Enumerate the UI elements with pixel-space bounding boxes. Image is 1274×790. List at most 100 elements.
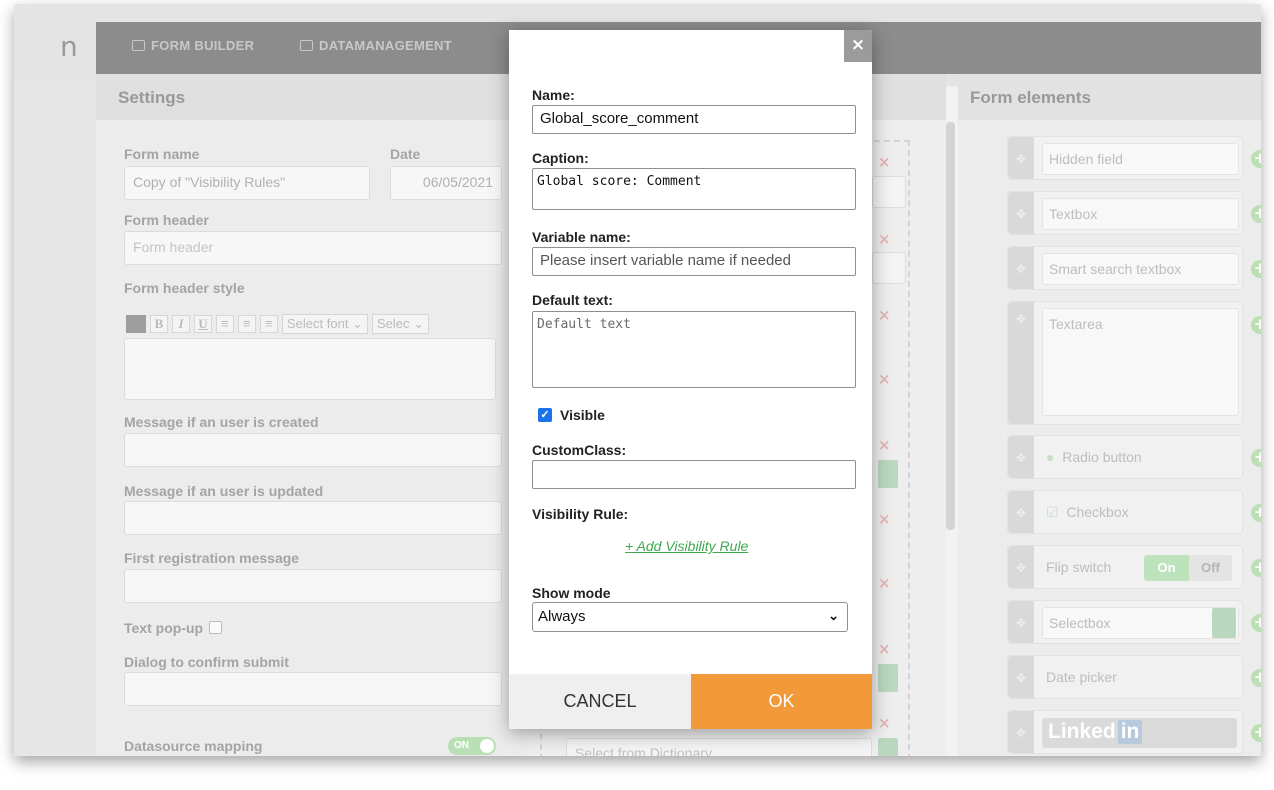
- bold-button[interactable]: B: [150, 315, 168, 333]
- form-name-input[interactable]: Copy of "Visibility Rules": [124, 166, 370, 200]
- drag-handle-icon[interactable]: ✥: [1008, 192, 1034, 234]
- default-text-textarea[interactable]: Default text: [532, 311, 856, 388]
- msg-updated-input[interactable]: [124, 501, 502, 535]
- msg-updated-label: Message if an user is updated: [124, 483, 324, 499]
- left-gutter: [14, 86, 96, 756]
- first-registration-input[interactable]: [124, 569, 502, 603]
- element-date-picker[interactable]: ✥ Date picker: [1007, 655, 1243, 699]
- size-select[interactable]: Selec ⌄: [371, 314, 429, 334]
- visible-row[interactable]: ✓ Visible: [538, 407, 605, 423]
- flip-off: Off: [1189, 555, 1232, 581]
- datasource-toggle[interactable]: ON: [448, 737, 496, 755]
- align-center-icon[interactable]: ≡: [238, 315, 256, 333]
- remove-icon[interactable]: ×: [878, 510, 891, 528]
- element-radio-text: Radio button: [1062, 449, 1142, 465]
- element-hidden-field[interactable]: ✥ Hidden field: [1007, 136, 1243, 180]
- customclass-label: CustomClass:: [532, 442, 627, 458]
- drag-handle-icon[interactable]: ✥: [1008, 491, 1034, 533]
- font-select-label: Select font: [287, 316, 349, 331]
- element-date-picker-label: Date picker: [1046, 669, 1117, 685]
- remove-icon[interactable]: ×: [878, 153, 891, 171]
- msg-created-input[interactable]: [124, 433, 502, 467]
- drag-handle-icon[interactable]: ✥: [1008, 137, 1034, 179]
- toggle-knob: [480, 739, 494, 753]
- show-mode-select[interactable]: Always ⌄: [532, 602, 848, 632]
- add-visibility-rule-link[interactable]: + Add Visibility Rule: [625, 538, 748, 554]
- default-text-label: Default text:: [532, 292, 613, 308]
- select-arrow-icon[interactable]: [878, 738, 898, 756]
- datasource-label: Datasource mapping: [124, 738, 263, 754]
- element-flip-switch-label: Flip switch: [1046, 559, 1112, 575]
- font-select[interactable]: Select font ⌄: [282, 314, 368, 334]
- select-arrow-icon[interactable]: [878, 460, 898, 488]
- remove-icon[interactable]: ×: [878, 574, 891, 592]
- drag-handle-icon[interactable]: ✥: [1008, 302, 1034, 424]
- drag-handle-icon[interactable]: ✥: [1008, 546, 1034, 588]
- confirm-dialog-label: Dialog to confirm submit: [124, 654, 289, 670]
- show-mode-value: Always: [538, 608, 586, 625]
- canvas-scrollbar[interactable]: [946, 122, 955, 530]
- form-icon: [132, 40, 145, 51]
- italic-button[interactable]: I: [172, 315, 190, 333]
- drag-handle-icon[interactable]: ✥: [1008, 711, 1034, 753]
- text-popup-checkbox[interactable]: [209, 621, 223, 634]
- select-arrow-icon[interactable]: [878, 664, 898, 692]
- ok-button[interactable]: OK: [691, 674, 872, 729]
- drag-handle-icon[interactable]: ✥: [1008, 601, 1034, 643]
- confirm-dialog-input[interactable]: [124, 672, 502, 706]
- remove-icon[interactable]: ×: [878, 714, 891, 732]
- text-popup-label: Text pop-up: [124, 620, 223, 636]
- drag-handle-icon[interactable]: ✥: [1008, 436, 1034, 478]
- element-textbox[interactable]: ✥ Textbox: [1007, 191, 1243, 235]
- date-input[interactable]: 06/05/2021: [390, 166, 502, 200]
- nav-form-builder-label: FORM BUILDER: [151, 38, 255, 53]
- remove-icon[interactable]: ×: [878, 306, 891, 324]
- visible-label: Visible: [560, 407, 605, 423]
- drag-handle-icon[interactable]: ✥: [1008, 656, 1034, 698]
- form-header-style-label: Form header style: [124, 280, 245, 296]
- element-checkbox[interactable]: ✥ ☑ Checkbox: [1007, 490, 1243, 534]
- size-select-label: Selec: [376, 316, 410, 331]
- element-textarea[interactable]: ✥ Textarea: [1007, 301, 1243, 425]
- underline-button[interactable]: U: [194, 315, 212, 333]
- canvas-field: [872, 176, 906, 208]
- nav-form-builder[interactable]: FORM BUILDER: [132, 38, 254, 53]
- nav-datamanagement-label: DATAMANAGEMENT: [319, 38, 452, 53]
- element-radio-button[interactable]: ✥ ● Radio button: [1007, 435, 1243, 479]
- cancel-button[interactable]: CANCEL: [509, 674, 691, 729]
- element-textarea-label: Textarea: [1042, 308, 1239, 416]
- form-header-editor[interactable]: [124, 338, 496, 400]
- align-right-icon[interactable]: ≡: [260, 315, 278, 333]
- remove-icon[interactable]: ×: [878, 436, 891, 454]
- element-selectbox[interactable]: ✥ Selectbox: [1007, 600, 1243, 644]
- color-swatch[interactable]: [126, 315, 146, 333]
- nav-datamanagement[interactable]: DATAMANAGEMENT: [300, 38, 452, 53]
- name-input[interactable]: Global_score_comment: [532, 105, 856, 134]
- caption-label: Caption:: [532, 150, 589, 166]
- visible-checkbox[interactable]: ✓: [538, 408, 552, 422]
- element-smart-search-label: Smart search textbox: [1042, 253, 1239, 285]
- align-left-icon[interactable]: ≡: [216, 315, 234, 333]
- remove-icon[interactable]: ×: [878, 640, 891, 658]
- customclass-input[interactable]: [532, 460, 856, 489]
- dictionary-select[interactable]: Select from Dictionary: [566, 738, 872, 756]
- element-smart-search[interactable]: ✥ Smart search textbox: [1007, 246, 1243, 290]
- datasource-toggle-label: ON: [454, 740, 469, 751]
- chevron-down-icon: ⌄: [828, 608, 839, 623]
- form-header-input[interactable]: Form header: [124, 231, 502, 265]
- drag-handle-icon[interactable]: ✥: [1008, 247, 1034, 289]
- radio-dot-icon: ●: [1046, 449, 1055, 465]
- select-arrow-icon: [1212, 608, 1236, 638]
- remove-icon[interactable]: ×: [878, 370, 891, 388]
- field-properties-dialog: × Name: Global_score_comment Caption: Gl…: [509, 30, 872, 729]
- caption-textarea[interactable]: Global score: Comment: [532, 168, 856, 210]
- dialog-footer: CANCEL OK: [509, 674, 872, 729]
- element-radio-label: ● Radio button: [1046, 449, 1142, 465]
- linkedin-text: Linked: [1048, 720, 1116, 743]
- variable-name-input[interactable]: Please insert variable name if needed: [532, 247, 856, 276]
- linkedin-logo: Linked in: [1042, 718, 1237, 748]
- remove-icon[interactable]: ×: [878, 230, 891, 248]
- close-icon[interactable]: ×: [844, 30, 872, 62]
- linkedin-in: in: [1117, 720, 1143, 744]
- app-logo: n: [60, 30, 78, 63]
